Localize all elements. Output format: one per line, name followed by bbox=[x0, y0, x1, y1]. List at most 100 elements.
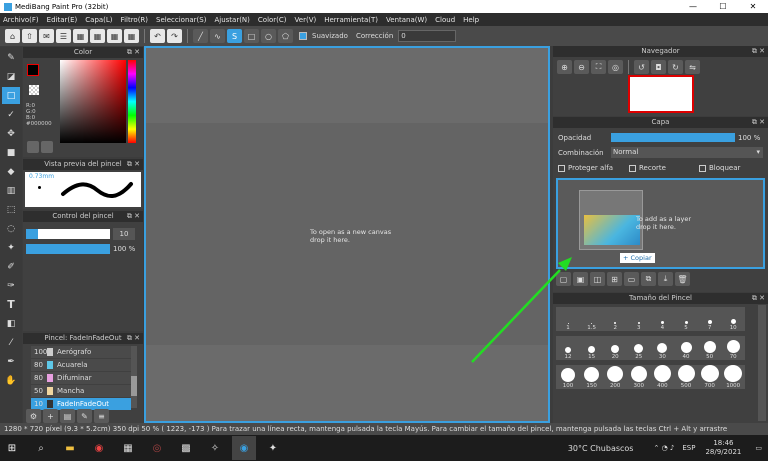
popout-icon[interactable]: ⧉ ✕ bbox=[752, 117, 765, 128]
zoom-out-icon[interactable]: ⊖ bbox=[574, 60, 589, 74]
select-tool-icon[interactable]: ⬚ bbox=[2, 201, 20, 218]
home-icon[interactable]: ⌂ bbox=[5, 29, 20, 43]
brush-list-scrollbar[interactable] bbox=[131, 346, 137, 408]
brush-opacity-slider[interactable] bbox=[26, 244, 110, 254]
brush-size-option[interactable]: 2 bbox=[603, 307, 628, 331]
tray-icons[interactable]: ⌃ ◔ ♪ bbox=[653, 444, 674, 452]
menu-item[interactable]: Cloud bbox=[435, 16, 455, 24]
brush-size-option[interactable]: 5 bbox=[674, 307, 698, 331]
brush-size-option[interactable]: 70 bbox=[721, 336, 746, 360]
brush-size-option[interactable]: 20 bbox=[603, 336, 628, 360]
app-icon-5[interactable]: ✦ bbox=[261, 436, 285, 460]
chat-icon[interactable]: ✉ bbox=[39, 29, 54, 43]
move-tool-icon[interactable]: ✥ bbox=[2, 125, 20, 142]
lock-option[interactable]: Bloquear bbox=[699, 164, 740, 172]
transparent-swatch[interactable] bbox=[29, 85, 39, 95]
smooth-checkbox[interactable] bbox=[299, 32, 307, 40]
hand-tool-icon[interactable]: ✋ bbox=[2, 372, 20, 389]
line-icon[interactable]: ╱ bbox=[193, 29, 208, 43]
brush-size-option[interactable]: 150 bbox=[579, 365, 604, 389]
fit-icon[interactable]: ⛶ bbox=[591, 60, 606, 74]
color-history-icon[interactable] bbox=[41, 141, 53, 153]
brush-size-option[interactable]: 700 bbox=[697, 365, 722, 389]
app-icon-2[interactable]: ◎ bbox=[145, 436, 169, 460]
grid3-icon[interactable]: ▦ bbox=[107, 29, 122, 43]
menu-item[interactable]: Ver(V) bbox=[295, 16, 317, 24]
menu-item[interactable]: Editar(E) bbox=[47, 16, 78, 24]
brush-size-option[interactable]: 1 bbox=[556, 307, 580, 331]
layer-drop-area[interactable]: To add as a layer drop it here. + Copiar bbox=[556, 178, 765, 269]
brush-size-option[interactable]: 10 bbox=[721, 307, 746, 331]
brush-size-option[interactable]: 12 bbox=[556, 336, 580, 360]
palette-icon[interactable] bbox=[27, 141, 39, 153]
brush-folder-icon[interactable]: ▤ bbox=[60, 409, 75, 423]
polygon-icon[interactable]: ⬠ bbox=[278, 29, 293, 43]
notification-icon[interactable]: ▭ bbox=[755, 444, 762, 452]
popout-icon[interactable]: ⧉ ✕ bbox=[752, 293, 765, 304]
clock[interactable]: 18:46 28/9/2021 bbox=[705, 439, 741, 457]
add-layer-menu-icon[interactable]: ⊞ bbox=[607, 272, 622, 286]
maximize-button[interactable]: ☐ bbox=[708, 2, 738, 11]
folder-icon[interactable]: ▭ bbox=[624, 272, 639, 286]
brush-edit-icon[interactable]: ✎ bbox=[77, 409, 92, 423]
polyline-icon[interactable]: ∿ bbox=[210, 29, 225, 43]
gradient-tool-icon[interactable]: ▥ bbox=[2, 182, 20, 199]
menu-item[interactable]: Capa(L) bbox=[85, 16, 112, 24]
rectangle-icon[interactable]: □ bbox=[244, 29, 259, 43]
delete-layer-icon[interactable]: 🗑 bbox=[675, 272, 690, 286]
duplicate-icon[interactable]: ⧉ bbox=[641, 272, 656, 286]
dot-tool-icon[interactable]: ✓ bbox=[2, 106, 20, 123]
popout-icon[interactable]: ⧉ ✕ bbox=[127, 211, 140, 222]
text-tool-icon[interactable]: T bbox=[2, 296, 20, 313]
popout-icon[interactable]: ⧉ ✕ bbox=[752, 46, 765, 57]
menu-item[interactable]: Ajustar(N) bbox=[214, 16, 249, 24]
brush-size-option[interactable]: 500 bbox=[674, 365, 698, 389]
windows-start-icon[interactable]: ⊞ bbox=[0, 436, 24, 460]
menu-item[interactable]: Ventana(W) bbox=[386, 16, 427, 24]
brush-menu-icon[interactable]: ≡ bbox=[94, 409, 109, 423]
eyedropper-tool-icon[interactable]: ⁄ bbox=[2, 334, 20, 351]
menu-item[interactable]: Archivo(F) bbox=[3, 16, 39, 24]
search-icon[interactable]: ⌕ bbox=[29, 436, 53, 460]
file-explorer-icon[interactable]: ▬ bbox=[58, 436, 82, 460]
bucket-tool-icon[interactable]: ◆ bbox=[2, 163, 20, 180]
redo-icon[interactable]: ↷ bbox=[167, 29, 182, 43]
select-pen-tool-icon[interactable]: ✐ bbox=[2, 258, 20, 275]
correction-select[interactable]: 0 bbox=[398, 30, 457, 42]
select-rect-tool-icon[interactable]: □ bbox=[2, 87, 20, 104]
curve-icon[interactable]: S bbox=[227, 29, 242, 43]
popout-icon[interactable]: ⧉ ✕ bbox=[127, 333, 140, 344]
hue-slider[interactable] bbox=[128, 60, 136, 143]
foreground-swatch[interactable] bbox=[27, 64, 39, 76]
popout-icon[interactable]: ⧉ ✕ bbox=[127, 159, 140, 170]
menu-item[interactable]: Seleccionar(S) bbox=[156, 16, 206, 24]
app-icon-3[interactable]: ▩ bbox=[174, 436, 198, 460]
protect-alpha-option[interactable]: Proteger alfa bbox=[558, 164, 613, 172]
brush-size-scrollbar[interactable] bbox=[758, 305, 766, 421]
color-square[interactable] bbox=[60, 60, 126, 143]
brush-size-option[interactable]: 50 bbox=[697, 336, 722, 360]
brush-size-option[interactable]: 7 bbox=[697, 307, 722, 331]
fill-rect-tool-icon[interactable]: ■ bbox=[2, 144, 20, 161]
brush-size-option[interactable]: 300 bbox=[626, 365, 651, 389]
select-eraser-tool-icon[interactable]: ✑ bbox=[2, 277, 20, 294]
divide-tool-icon[interactable]: ◧ bbox=[2, 315, 20, 332]
upload-icon[interactable]: ⇧ bbox=[22, 29, 37, 43]
zoom-in-icon[interactable]: ⊕ bbox=[557, 60, 572, 74]
blend-select[interactable]: Normal ▾ bbox=[611, 147, 763, 158]
brush-size-value[interactable]: 10 bbox=[113, 228, 135, 240]
brush-list-item[interactable]: 50 Mancha bbox=[31, 385, 131, 397]
brush-size-option[interactable]: 15 bbox=[579, 336, 604, 360]
canvas-drop-area[interactable]: To open as a new canvas drop it here. bbox=[144, 46, 550, 423]
brush-size-option[interactable]: 1000 bbox=[721, 365, 746, 389]
brush-size-option[interactable]: 4 bbox=[650, 307, 675, 331]
menu-item[interactable]: Color(C) bbox=[258, 16, 287, 24]
layer-opacity-slider[interactable] bbox=[611, 133, 735, 142]
close-button[interactable]: ✕ bbox=[738, 2, 768, 11]
medibang-taskbar-icon[interactable]: ◉ bbox=[232, 436, 256, 460]
brush-size-option[interactable]: 100 bbox=[556, 365, 580, 389]
new-layer-icon[interactable]: ▢ bbox=[556, 272, 571, 286]
minimize-button[interactable]: — bbox=[678, 2, 708, 11]
rotate-left-icon[interactable]: ↺ bbox=[634, 60, 649, 74]
app-icon-4[interactable]: ✧ bbox=[203, 436, 227, 460]
